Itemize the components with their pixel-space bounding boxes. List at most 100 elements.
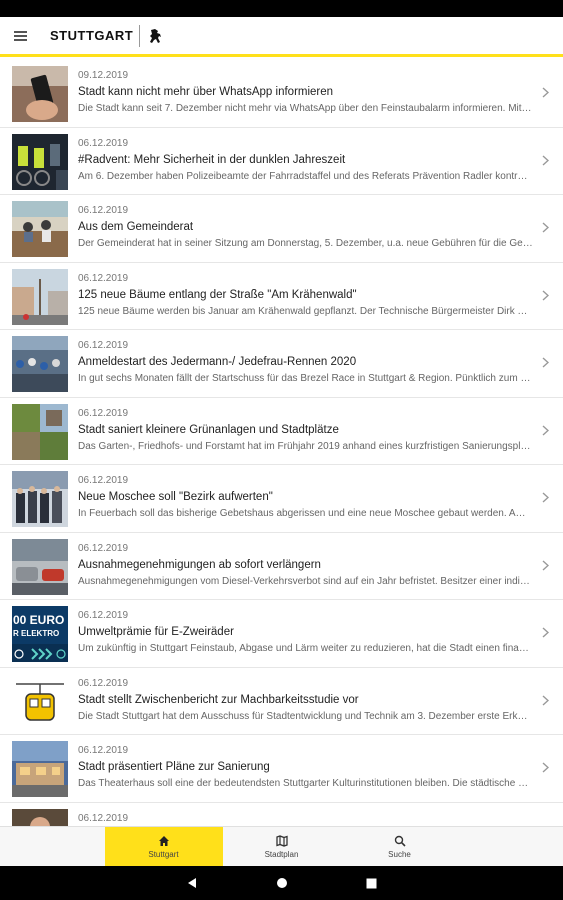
- home-icon: [158, 836, 169, 846]
- home-circle-icon: [276, 878, 287, 888]
- chevron-right-icon: [542, 357, 549, 368]
- people-group-photo: [12, 471, 68, 527]
- bike-race-crowd-photo: [12, 336, 68, 392]
- back-triangle-icon: [187, 878, 196, 888]
- tab-suche[interactable]: Suche: [341, 827, 459, 867]
- logo-divider: [139, 24, 141, 47]
- tab-label: Stadtplan: [264, 850, 299, 859]
- news-teaser: Um zukünftig in Stuttgart Feinstaub, Abg…: [78, 643, 533, 654]
- news-teaser: In Feuerbach soll das bisherige Gebetsha…: [78, 508, 533, 519]
- chevron-right-icon: [542, 492, 549, 503]
- news-item[interactable]: 06.12.2019 125 neue Bäume entlang der St…: [0, 263, 563, 330]
- news-date: 06.12.2019: [78, 677, 129, 689]
- news-teaser: Die Stadt Stuttgart hat dem Ausschuss fü…: [78, 710, 533, 722]
- tab-stadtplan[interactable]: Stadtplan: [223, 827, 341, 867]
- news-date: 06.12.2019: [78, 205, 129, 216]
- news-date: 06.12.2019: [78, 542, 129, 554]
- chevron-right-icon: [542, 694, 549, 706]
- news-date: 09.12.2019: [78, 70, 129, 81]
- news-title: Stadt stellt Zwischenbericht zur Machbar…: [78, 693, 359, 706]
- news-title: Ausnahmegenehmigungen ab sofort verlänge…: [78, 558, 321, 571]
- news-item[interactable]: 06.12.2019 Stadt präsentiert Pläne zur S…: [0, 735, 563, 803]
- news-teaser: 125 neue Bäume werden bis Januar am Kräh…: [78, 305, 533, 317]
- tab-label: Suche: [388, 850, 411, 859]
- menu-button[interactable]: [0, 16, 40, 56]
- news-title: Stadt kann nicht mehr über WhatsApp info…: [78, 86, 334, 98]
- news-teaser: In gut sechs Monaten fällt der Startschu…: [78, 373, 533, 384]
- chevron-right-icon: [542, 289, 549, 301]
- recents-button[interactable]: [327, 878, 417, 889]
- news-item[interactable]: 06.12.2019 Neue Moschee soll "Bezirk auf…: [0, 465, 563, 533]
- news-date: 06.12.2019: [78, 475, 129, 486]
- news-item[interactable]: 06.12.2019 Ausnahmegenehmigungen ab sofo…: [0, 533, 563, 600]
- home-button[interactable]: [237, 877, 327, 889]
- news-teaser: Ausnahmegenehmigungen vom Diesel-Verkehr…: [78, 575, 533, 587]
- street-traffic-photo: [12, 538, 68, 595]
- map-icon: [275, 835, 288, 847]
- news-teaser: Die Stadt kann seit 7. Dezember nicht me…: [78, 103, 533, 114]
- euro-amount-text: 00 EURO: [13, 613, 64, 627]
- back-button[interactable]: [147, 877, 237, 889]
- news-thumbnail: [12, 133, 68, 190]
- city-council-photo: [12, 201, 68, 257]
- app-bar: STUTTGART: [0, 17, 563, 57]
- elektro-text: R ELEKTRO: [13, 629, 59, 638]
- news-item[interactable]: 06.12.2019 Anmeldestart des Jedermann-/ …: [0, 330, 563, 398]
- news-thumbnail: [12, 741, 68, 797]
- news-item[interactable]: 06.12.2019: [0, 803, 563, 826]
- news-date: 06.12.2019: [78, 812, 129, 824]
- news-thumbnail: [12, 808, 68, 826]
- news-item[interactable]: 06.12.2019 Aus dem Gemeinderat Der Gemei…: [0, 195, 563, 263]
- chevron-right-icon: [542, 222, 549, 233]
- news-teaser: Am 6. Dezember haben Polizeibeamte der F…: [78, 170, 533, 182]
- news-title: #Radvent: Mehr Sicherheit in der dunklen…: [78, 153, 346, 166]
- news-title: Neue Moschee soll "Bezirk aufwerten": [78, 491, 273, 503]
- news-date: 06.12.2019: [78, 407, 129, 419]
- chevron-right-icon: [542, 154, 549, 166]
- horse-emblem-icon: [150, 28, 162, 43]
- news-thumbnail: [12, 66, 68, 122]
- police-cyclists-photo: [12, 133, 68, 190]
- news-item[interactable]: 09.12.2019 Stadt kann nicht mehr über Wh…: [0, 60, 563, 128]
- tab-label: Stuttgart: [148, 850, 179, 859]
- tab-stuttgart[interactable]: Stuttgart: [104, 827, 223, 867]
- news-date: 06.12.2019: [78, 610, 129, 621]
- chevron-right-icon: [542, 762, 549, 773]
- news-title: Anmeldestart des Jedermann-/ Jedefrau-Re…: [78, 356, 357, 368]
- news-thumbnail: [12, 673, 68, 730]
- news-title: 125 neue Bäume entlang der Straße "Am Kr…: [78, 288, 357, 301]
- search-icon: [394, 835, 406, 847]
- news-item[interactable]: 00 EURO R ELEKTRO 06.12.2019 Umweltprämi…: [0, 600, 563, 668]
- portrait-photo: [12, 808, 68, 826]
- news-list: 09.12.2019 Stadt kann nicht mehr über Wh…: [0, 60, 563, 826]
- hamburger-menu-icon: [13, 31, 27, 41]
- news-date: 06.12.2019: [78, 340, 129, 351]
- chevron-right-icon: [542, 559, 549, 571]
- news-title: Stadt saniert kleinere Grünanlagen und S…: [78, 423, 339, 436]
- news-title: Umweltprämie für E-Zweiräder: [78, 626, 234, 638]
- news-teaser: Das Theaterhaus soll eine der bedeutends…: [78, 778, 533, 789]
- news-thumbnail: 00 EURO R ELEKTRO: [12, 606, 68, 662]
- news-thumbnail: [12, 201, 68, 257]
- news-title: Aus dem Gemeinderat: [78, 221, 194, 233]
- chevron-right-icon: [542, 424, 549, 436]
- logo-text: STUTTGART: [50, 28, 134, 43]
- news-thumbnail: [12, 403, 68, 460]
- euro-elektro-graphic: 00 EURO R ELEKTRO: [12, 606, 68, 662]
- news-item[interactable]: 06.12.2019 Stadt stellt Zwischenbericht …: [0, 668, 563, 735]
- news-teaser: Der Gemeinderat hat in seiner Sitzung am…: [78, 238, 533, 249]
- news-date: 06.12.2019: [78, 272, 129, 284]
- system-navigation-bar: [0, 866, 563, 900]
- chevron-right-icon: [542, 627, 549, 638]
- news-item[interactable]: 06.12.2019 Stadt saniert kleinere Grünan…: [0, 398, 563, 465]
- bottom-navigation: Stuttgart Stadtplan Suche: [0, 826, 563, 867]
- theaterhaus-photo: [12, 741, 68, 797]
- status-bar: [0, 0, 563, 17]
- news-item[interactable]: 06.12.2019 #Radvent: Mehr Sicherheit in …: [0, 128, 563, 195]
- news-teaser: Das Garten-, Friedhofs- und Forstamt hat…: [78, 440, 533, 452]
- chevron-right-icon: [542, 87, 549, 98]
- news-title: Stadt präsentiert Pläne zur Sanierung: [78, 761, 270, 773]
- news-thumbnail: [12, 268, 68, 325]
- news-thumbnail: [12, 336, 68, 392]
- news-date: 06.12.2019: [78, 137, 129, 149]
